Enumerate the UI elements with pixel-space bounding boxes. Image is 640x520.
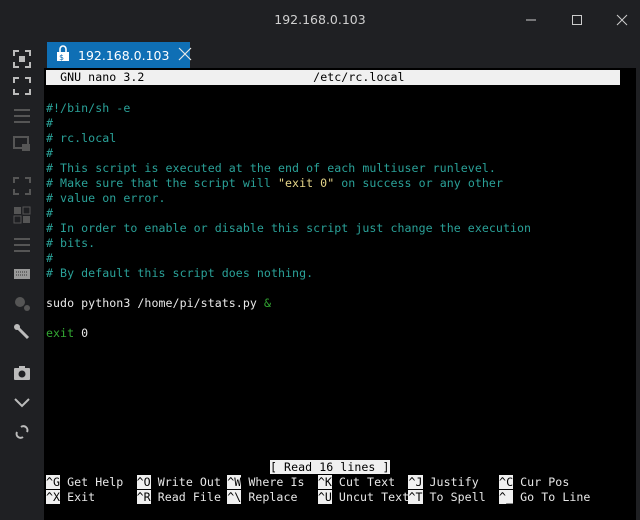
shortcut-key: ^U [317,490,332,504]
nano-header: GNU nano 3.2 /etc/rc.local [46,70,620,85]
camera-icon[interactable] [11,362,33,384]
editor-line: # [46,206,54,220]
shortcut-label: Write Out [157,475,221,489]
shortcut-key: ^J [408,475,423,489]
maximize-button[interactable] [567,10,587,30]
shortcut-key: ^X [46,490,61,504]
tile-icon[interactable] [11,204,33,226]
shortcut-key: ^G [46,475,61,489]
lock-terminal-icon: $ [56,45,70,65]
editor-line: # Make sure that the script will "exit 0… [46,176,503,190]
shortcut-label: Go To Line [520,490,591,504]
shortcut-label: Cut Text [338,475,396,489]
tab-session[interactable]: $ 192.168.0.103 [47,42,192,68]
shortcut-key: ^O [136,475,151,489]
shortcut-key: ^\ [227,490,242,504]
editor-line: exit 0 [46,326,89,340]
shortcut-item[interactable]: ^J Justify [408,475,479,490]
window-title: 192.168.0.103 [274,12,366,27]
tab-close-icon[interactable] [178,47,192,64]
editor-line: sudo python3 /home/pi/stats.py & [46,296,271,310]
shortcut-label: Justify [429,475,479,489]
shortcut-key: ^K [317,475,332,489]
editor-line: # rc.local [46,131,117,145]
shortcut-key: ^T [408,490,423,504]
file-name: /etc/rc.local [313,70,405,84]
focus-icon[interactable] [11,48,33,70]
menu-icon[interactable] [11,105,33,127]
editor-line: # [46,251,54,265]
shortcut-key: ^C [499,475,514,489]
shortcut-label: To Spell [429,490,486,504]
shortcut-item[interactable]: ^W Where Is [227,475,305,490]
close-button[interactable] [612,10,632,30]
shortcut-label: Uncut Text [338,490,410,504]
shortcut-item[interactable]: ^G Get Help [46,475,123,490]
editor-line: # bits. [46,236,96,250]
editor-line: #!/bin/sh -e [46,101,131,115]
editor-line: # [46,116,54,130]
shortcut-item[interactable]: ^R Read File [136,490,221,505]
shortcut-item[interactable]: ^U Uncut Text [317,490,410,505]
list-icon[interactable] [11,234,33,256]
svg-text:$: $ [59,53,64,62]
shortcut-label: Where Is [248,475,305,489]
editor-line: # By default this script does nothing. [46,266,314,280]
shortcut-label: Cur Pos [520,475,570,489]
editor-line: # This script is executed at the end of … [46,161,496,175]
shortcut-label: Get Help [67,475,124,489]
shortcut-label: Exit [67,490,96,504]
editor-line: # [46,146,54,160]
shortcut-item[interactable]: ^\ Replace [227,490,297,505]
shortcut-item[interactable]: ^_ Go To Line [499,490,590,505]
shortcut-item[interactable]: ^K Cut Text [317,475,396,490]
shortcut-item[interactable]: ^T To Spell [408,490,486,505]
select-area-icon[interactable] [11,175,33,197]
tab-bar: $ 192.168.0.103 [44,40,640,68]
shortcut-label: Replace [248,490,298,504]
editor-line: # In order to enable or disable this scr… [46,221,532,235]
shortcut-key: ^_ [499,490,514,504]
title-bar: 192.168.0.103 [0,0,640,40]
shortcut-item[interactable]: ^X Exit [46,490,95,505]
terminal[interactable]: GNU nano 3.2 /etc/rc.local #!/bin/sh -e … [44,68,636,520]
windows-icon[interactable] [11,133,33,155]
nano-version: GNU nano 3.2 [60,70,145,84]
disconnect-icon[interactable] [11,421,33,443]
status-message: [ Read 16 lines ] [270,460,390,474]
chevron-down-icon[interactable] [11,392,33,414]
keyboard-icon[interactable] [11,263,33,285]
editor-line: # value on error. [46,191,166,205]
fullscreen-icon[interactable] [11,75,33,97]
tab-label: 192.168.0.103 [78,47,170,63]
shortcut-key: ^W [227,475,242,489]
shortcut-key: ^R [136,490,151,504]
settings-icon[interactable] [11,292,33,314]
wrench-icon[interactable] [11,321,33,343]
sidebar [0,40,44,520]
shortcut-label: Read File [157,490,221,504]
minimize-button[interactable] [521,10,541,30]
shortcut-item[interactable]: ^O Write Out [136,475,221,490]
shortcut-item[interactable]: ^C Cur Pos [499,475,569,490]
